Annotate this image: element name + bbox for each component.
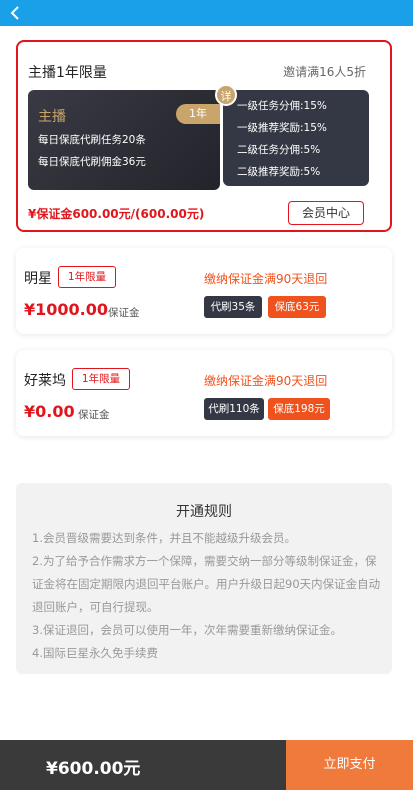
rule-line: 3.保证退回，会员可以使用一年，次年需要重新缴纳保证金。 (32, 623, 342, 637)
min-earning-pill: 保底198元 (268, 398, 330, 420)
anchor-benefit-card: 主播 1年 每日保底代刷任务20条 每日保底代刷佣金36元 (28, 90, 220, 190)
pay-now-button[interactable]: 立即支付 (286, 740, 413, 790)
rule-line: 1.会员晋级需要达到条件，并且不能越级升级会员。 (32, 531, 296, 545)
plan-card-hollywood[interactable]: 好莱坞 1年限量 ¥0.00 保证金 缴纳保证金满90天退回 代刷110条 保底… (16, 350, 392, 436)
min-earning-pill: 保底63元 (268, 296, 326, 318)
commission-line: 二级推荐奖励:5% (237, 166, 321, 178)
price-label: 保证金 (108, 307, 140, 319)
perk-line: 每日保底代刷佣金36元 (38, 156, 146, 168)
top-bar (0, 0, 413, 26)
commission-line: 一级任务分佣:15% (237, 100, 327, 112)
task-count-pill: 代刷110条 (204, 398, 264, 420)
total-amount: ¥600.00元 (46, 759, 141, 779)
deposit-amount: ¥保证金600.00元/(600.00元) (28, 207, 205, 221)
limit-tag: 1年限量 (72, 368, 130, 390)
task-count-pill: 代刷35条 (204, 296, 262, 318)
rule-line: 4.国际巨星永久免手续费 (32, 646, 158, 660)
checkout-bar: ¥600.00元 立即支付 (0, 740, 413, 790)
commission-detail-card: 详 一级任务分佣:15% 一级推荐奖励:15% 二级任务分佣:5% 二级推荐奖励… (215, 84, 369, 186)
selected-plan-card[interactable]: 主播1年限量 邀请满16人5折 主播 1年 每日保底代刷任务20条 每日保底代刷… (16, 40, 392, 232)
member-center-button[interactable]: 会员中心 (288, 201, 364, 225)
plan-card-star[interactable]: 明星 1年限量 ¥1000.00 保证金 缴纳保证金满90天退回 代刷35条 保… (16, 248, 392, 334)
rule-line: 2.为了给予合作需求方一个保障，需要交纳一部分等级制保证金，保证金将在固定期限内… (32, 554, 381, 614)
commission-line: 一级推荐奖励:15% (237, 122, 327, 134)
plan-price: ¥0.00 (24, 402, 75, 421)
price-label: 保证金 (78, 409, 110, 421)
chevron-left-icon[interactable] (8, 5, 22, 21)
role-label: 主播 (38, 109, 66, 125)
perk-line: 每日保底代刷任务20条 (38, 134, 146, 146)
plan-name: 好莱坞 (24, 373, 66, 389)
rules-title: 开通规则 (176, 504, 232, 520)
detail-badge[interactable]: 详 (215, 84, 237, 106)
invite-discount-note: 邀请满16人5折 (283, 65, 366, 79)
refund-note: 缴纳保证金满90天退回 (204, 374, 328, 388)
plan-name: 明星 (24, 271, 52, 287)
rules-panel: 开通规则 1.会员晋级需要达到条件，并且不能越级升级会员。 2.为了给予合作需求… (16, 483, 392, 674)
rules-body: 1.会员晋级需要达到条件，并且不能越级升级会员。 2.为了给予合作需求方一个保障… (32, 527, 382, 665)
year-tag: 1年 (176, 104, 220, 124)
commission-line: 二级任务分佣:5% (237, 144, 321, 156)
refund-note: 缴纳保证金满90天退回 (204, 272, 328, 286)
plan-price: ¥1000.00 (24, 300, 109, 319)
limit-tag: 1年限量 (58, 266, 116, 288)
selected-plan-title: 主播1年限量 (28, 65, 107, 81)
